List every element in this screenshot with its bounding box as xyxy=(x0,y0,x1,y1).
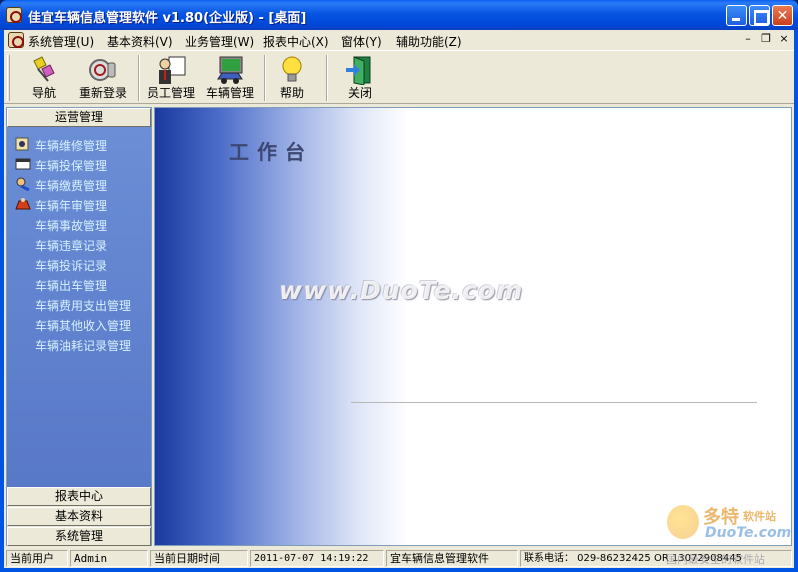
mdi-restore-button[interactable]: ❐ xyxy=(758,32,774,46)
sidebar-header-system[interactable]: 系统管理 xyxy=(7,527,151,546)
close-door-icon xyxy=(346,56,371,85)
toolbar: 导航 重新登录 员工管理 车辆管理 帮助 关闭 xyxy=(4,50,794,104)
watermark-text: www.DuoTe.com xyxy=(279,276,524,305)
menu-bar: 系统管理(U) 基本资料(V) 业务管理(W) 报表中心(X) 窗体(Y) 辅助… xyxy=(4,30,794,50)
corner-watermark-sub: 软件站 xyxy=(743,510,776,523)
mdi-close-button[interactable]: × xyxy=(776,32,792,46)
vehicle-icon xyxy=(217,56,243,84)
payment-icon xyxy=(16,177,30,191)
status-app-name: 宜车辆信息管理软件 xyxy=(386,550,518,567)
app-icon[interactable] xyxy=(6,7,22,23)
sidebar-item-label: 车辆缴费管理 xyxy=(35,179,108,193)
navigation-sidebar: 运营管理 车辆维修管理 车辆投保管理 车辆缴费管理 车辆年审管理 车辆事故管理 … xyxy=(6,107,152,546)
close-button[interactable] xyxy=(772,5,793,26)
app-window: 佳宜车辆信息管理软件 v1.80(企业版) - [桌面] 系统管理(U) 基本资… xyxy=(0,0,798,572)
sidebar-header-basic-data[interactable]: 基本资料 xyxy=(7,507,151,526)
status-date-label: 当前日期时间 xyxy=(150,550,248,567)
bottom-watermark: 国内最安全的软件站 xyxy=(666,553,765,566)
help-button[interactable]: 帮助 xyxy=(270,53,314,103)
staff-icon xyxy=(159,56,186,84)
close-app-button-label: 关闭 xyxy=(347,86,372,100)
mdi-child-icon[interactable] xyxy=(8,32,24,48)
divider-line xyxy=(351,402,757,403)
help-button-label: 帮助 xyxy=(279,86,304,100)
main-area: 运营管理 车辆维修管理 车辆投保管理 车辆缴费管理 车辆年审管理 车辆事故管理 … xyxy=(4,105,794,548)
title-bar[interactable]: 佳宜车辆信息管理软件 v1.80(企业版) - [桌面] xyxy=(0,0,798,30)
maximize-button[interactable] xyxy=(749,5,770,26)
annual-review-icon xyxy=(15,198,31,210)
sidebar-item-label: 车辆年审管理 xyxy=(35,199,108,213)
sidebar-item-label: 车辆出车管理 xyxy=(35,279,108,293)
menu-business[interactable]: 业务管理(W) xyxy=(185,33,254,50)
status-bar: 当前用户 Admin 当前日期时间 2011-07-07 14:19:22 宜车… xyxy=(4,548,794,568)
navigation-icon xyxy=(33,56,55,82)
menu-window[interactable]: 窗体(Y) xyxy=(341,33,382,50)
status-date-value: 2011-07-07 14:19:22 xyxy=(250,550,384,567)
status-user-label: 当前用户 xyxy=(6,550,68,567)
vehicle-button[interactable]: 车辆管理 xyxy=(200,53,260,103)
sidebar-item-label: 车辆油耗记录管理 xyxy=(35,339,132,353)
corner-watermark-url: DuoTe.com xyxy=(705,525,792,541)
relogin-icon xyxy=(89,59,116,81)
mascot-icon xyxy=(667,505,699,539)
sidebar-item-label: 车辆维修管理 xyxy=(35,139,108,153)
sidebar-item-label: 车辆违章记录 xyxy=(35,239,108,253)
desktop-panel: 工作台 www.DuoTe.com 多特 软件站 DuoTe.com xyxy=(154,107,792,546)
nav-button-label: 导航 xyxy=(31,86,56,100)
sidebar-header-reports[interactable]: 报表中心 xyxy=(7,487,151,506)
repair-icon xyxy=(15,137,29,151)
sidebar-item-label: 车辆其他收入管理 xyxy=(35,319,132,333)
insurance-icon xyxy=(15,158,31,170)
menu-basic-data[interactable]: 基本资料(V) xyxy=(107,33,173,50)
minimize-button[interactable] xyxy=(726,5,747,26)
menu-tools[interactable]: 辅助功能(Z) xyxy=(396,33,462,50)
menu-reports[interactable]: 报表中心(X) xyxy=(263,33,329,50)
toolbar-grip[interactable] xyxy=(7,55,10,101)
nav-button[interactable]: 导航 xyxy=(16,53,72,103)
window-title: 佳宜车辆信息管理软件 v1.80(企业版) - [桌面] xyxy=(28,11,307,26)
toolbar-separator xyxy=(264,55,266,101)
workbench-title: 工作台 xyxy=(229,140,313,164)
toolbar-separator xyxy=(326,55,328,101)
staff-button-label: 员工管理 xyxy=(146,86,195,100)
corner-watermark: 多特 软件站 DuoTe.com xyxy=(663,503,793,547)
vehicle-button-label: 车辆管理 xyxy=(205,86,254,100)
relogin-button[interactable]: 重新登录 xyxy=(72,53,134,103)
close-app-button[interactable]: 关闭 xyxy=(336,53,384,103)
sidebar-item-label: 车辆费用支出管理 xyxy=(35,299,132,313)
sidebar-list: 车辆维修管理 车辆投保管理 车辆缴费管理 车辆年审管理 车辆事故管理 车辆违章记… xyxy=(7,127,151,487)
menu-system[interactable]: 系统管理(U) xyxy=(28,33,94,50)
mdi-minimize-button[interactable]: – xyxy=(740,32,756,46)
sidebar-item-label: 车辆投诉记录 xyxy=(35,259,108,273)
toolbar-separator xyxy=(138,55,140,101)
help-bulb-icon xyxy=(282,56,302,82)
relogin-button-label: 重新登录 xyxy=(78,86,127,100)
sidebar-item-label: 车辆事故管理 xyxy=(35,219,108,233)
staff-button[interactable]: 员工管理 xyxy=(142,53,200,103)
sidebar-item-label: 车辆投保管理 xyxy=(35,159,108,173)
status-user-value: Admin xyxy=(70,550,148,567)
sidebar-header-operations[interactable]: 运营管理 xyxy=(7,108,151,127)
client-area: 系统管理(U) 基本资料(V) 业务管理(W) 报表中心(X) 窗体(Y) 辅助… xyxy=(4,30,794,568)
